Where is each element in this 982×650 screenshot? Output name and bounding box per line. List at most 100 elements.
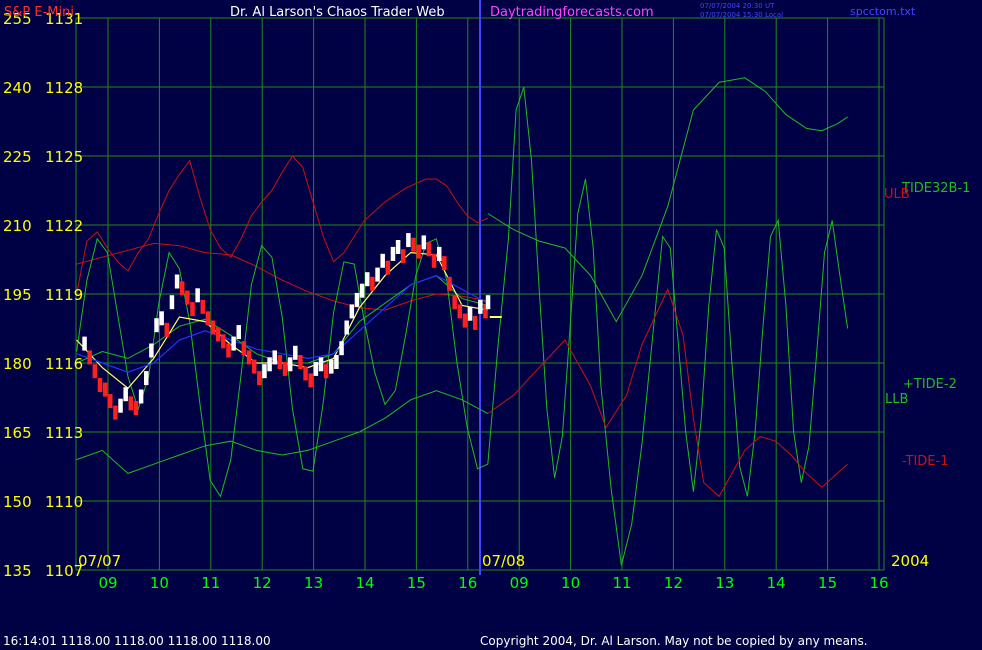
instrument-label: S&P E-Mini — [4, 5, 74, 20]
price-bar — [143, 371, 149, 386]
price-bar — [323, 364, 329, 379]
price-bar — [339, 341, 344, 356]
price-bar — [385, 260, 391, 275]
y-price-tick: 1113 — [45, 424, 83, 442]
price-bar — [436, 246, 442, 261]
price-bar — [354, 292, 360, 307]
brand-title: Dr. Al Larson's Chaos Trader Web — [230, 5, 445, 20]
price-bar — [478, 299, 483, 314]
quote-readout: 16:14:01 1118.00 1118.00 1118.00 1118.00 — [3, 634, 271, 648]
price-bar — [267, 357, 272, 372]
price-bar — [185, 290, 190, 305]
price-bar — [215, 327, 221, 342]
y-price-tick: 1128 — [45, 79, 83, 97]
x-tick: 14 — [355, 574, 374, 592]
y-price-tick: 1116 — [45, 355, 83, 373]
price-bar — [400, 249, 406, 264]
price-bar — [426, 242, 432, 257]
series-label: ULB — [884, 187, 910, 202]
price-bar — [154, 318, 159, 333]
price-bar — [210, 320, 216, 335]
price-bar — [416, 244, 421, 259]
x-tick: 14 — [767, 574, 786, 592]
price-bar — [169, 295, 175, 310]
price-bar — [277, 355, 283, 369]
price-bar — [205, 311, 211, 326]
price-bar — [375, 267, 380, 282]
y-left-tick: 150 — [3, 493, 32, 511]
local-time: 07/07/2004 15:30 Local — [700, 11, 783, 19]
price-bar — [87, 350, 92, 365]
price-bar — [164, 322, 170, 337]
y-left-tick: 180 — [3, 355, 32, 373]
series-label: LLB — [885, 392, 908, 407]
x-tick: 11 — [201, 574, 220, 592]
price-bar — [287, 357, 293, 372]
price-bar — [92, 364, 98, 379]
price-bar — [365, 272, 370, 287]
y-left-tick: 135 — [3, 562, 32, 580]
x-tick: 13 — [304, 574, 323, 592]
price-bar — [298, 355, 303, 369]
price-bar — [108, 394, 113, 409]
price-bar — [349, 304, 355, 319]
price-bar — [303, 366, 308, 381]
x-tick: 09 — [98, 574, 117, 592]
x-tick: 10 — [150, 574, 169, 592]
price-bar — [380, 253, 385, 268]
price-bar — [82, 336, 87, 351]
series-label: TIDE32B-1 — [901, 181, 970, 196]
x-tick: 16 — [458, 574, 477, 592]
price-bar — [370, 276, 375, 291]
y-price-tick: 1119 — [45, 286, 83, 304]
price-bar — [113, 405, 118, 420]
x-tick: 11 — [612, 574, 631, 592]
price-bar — [133, 401, 139, 415]
price-bar — [431, 253, 437, 268]
price-bar — [293, 345, 298, 360]
x-tick: 12 — [253, 574, 272, 592]
copyright-notice: Copyright 2004, Dr. Al Larson. May not b… — [480, 634, 868, 648]
price-bar — [485, 295, 491, 310]
tide-chart: 255 1131240 1128225 1125210 1122195 1119180 11… — [0, 0, 982, 650]
price-bar — [462, 313, 468, 328]
price-bar — [313, 361, 319, 376]
price-bar — [236, 325, 242, 340]
price-bar — [329, 359, 334, 374]
price-bar — [390, 246, 396, 261]
y-price-tick: 1110 — [45, 493, 83, 511]
y-price-tick: 1125 — [45, 148, 83, 166]
price-bar — [282, 361, 288, 376]
y-left-tick: 195 — [3, 286, 32, 304]
site-link[interactable]: Daytradingforecasts.com — [490, 5, 654, 20]
price-bar — [344, 320, 349, 335]
price-bar — [179, 281, 185, 296]
x-tick: 15 — [407, 574, 426, 592]
price-bar — [421, 235, 427, 250]
price-bar — [118, 398, 123, 413]
price-bar — [457, 304, 463, 319]
filename-label: spcctom.txt — [850, 5, 916, 18]
price-bar — [241, 341, 247, 356]
price-bar — [102, 382, 108, 397]
series-label: -TIDE-1 — [902, 454, 948, 469]
date-label-1: 07/07 — [78, 552, 121, 570]
price-bar — [221, 334, 226, 349]
price-bar — [174, 274, 180, 289]
price-bar — [395, 240, 401, 254]
price-bar — [472, 315, 478, 330]
price-bar — [226, 343, 231, 358]
price-bar — [308, 373, 313, 388]
price-bar — [246, 350, 252, 365]
x-tick: 16 — [869, 574, 888, 592]
price-bar — [467, 306, 473, 321]
x-tick: 13 — [715, 574, 734, 592]
price-bar — [411, 237, 416, 252]
year-label: 2004 — [891, 552, 929, 570]
price-bar — [251, 359, 257, 374]
price-bar — [190, 302, 195, 317]
price-bar — [159, 311, 164, 326]
price-bar — [257, 371, 262, 386]
x-tick: 10 — [561, 574, 580, 592]
price-bar — [447, 276, 452, 291]
